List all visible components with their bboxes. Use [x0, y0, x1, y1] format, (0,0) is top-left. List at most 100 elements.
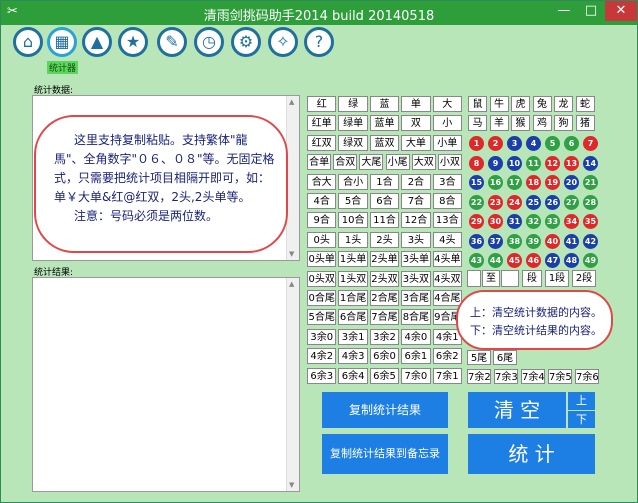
stat-item-button[interactable]: 1合尾 [338, 290, 368, 306]
stat-item-button[interactable]: 1头双 [338, 270, 368, 287]
stat-item-button[interactable]: 3余1 [338, 328, 368, 345]
stat-item-button[interactable]: 6余3 [307, 367, 337, 384]
stat-item-button[interactable]: 绿双 [338, 134, 368, 151]
stat-item-button[interactable]: 4合 [307, 193, 337, 209]
number-ball[interactable]: 37 [488, 233, 503, 249]
number-ball[interactable]: 30 [488, 214, 503, 229]
tail-6-button[interactable]: 6尾 [493, 350, 517, 365]
number-ball[interactable]: 24 [507, 194, 522, 210]
stat-button[interactable]: 统 计 [468, 434, 595, 474]
stat-item-button[interactable]: 5合 [338, 193, 368, 209]
home-icon[interactable]: ⌂ [13, 27, 43, 57]
range-from-input[interactable] [467, 270, 481, 287]
copy-result-button[interactable]: 复制统计结果 [322, 392, 448, 428]
number-ball[interactable]: 16 [488, 175, 503, 190]
stat-item-button[interactable]: 绿 [338, 96, 368, 112]
help-icon[interactable]: ? [304, 27, 334, 57]
stat-item-button[interactable]: 3头双 [401, 270, 431, 287]
stat-item-button[interactable]: 7合 [401, 193, 431, 209]
zodiac-button[interactable]: 狗 [554, 115, 573, 131]
number-ball[interactable]: 9 [488, 155, 503, 171]
stat-item-button[interactable]: 蓝单 [369, 115, 400, 132]
stat-item-button[interactable]: 大双 [411, 154, 436, 171]
number-ball[interactable]: 21 [583, 175, 598, 190]
stat-item-button[interactable]: 蓝 [369, 96, 400, 112]
stat-item-button[interactable]: 2头 [369, 231, 400, 248]
stat-item-button[interactable]: 4头 [432, 231, 462, 248]
stat-item-button[interactable]: 6余5 [369, 367, 400, 384]
stat-item-button[interactable]: 3合尾 [401, 290, 431, 306]
stat-item-button[interactable]: 2头双 [369, 270, 400, 287]
stat-item-button[interactable]: 7合尾 [369, 309, 400, 326]
zodiac-button[interactable]: 羊 [489, 115, 509, 131]
stat-item-button[interactable]: 3头 [401, 231, 431, 248]
stat-item-button[interactable]: 单 [401, 96, 431, 112]
zodiac-button[interactable]: 马 [468, 115, 487, 131]
result-scrollbar[interactable]: ▲ ▼ [286, 278, 299, 491]
number-ball[interactable]: 7 [583, 136, 598, 151]
stat-item-button[interactable]: 大 [432, 96, 462, 112]
stat-item-button[interactable]: 9合 [307, 212, 337, 229]
stat-item-button[interactable]: 7余1 [432, 367, 462, 384]
stat-item-button[interactable]: 红双 [307, 134, 337, 151]
wrench-icon[interactable]: ✧ [268, 27, 298, 57]
stat-item-button[interactable]: 3头单 [401, 251, 431, 268]
close-button[interactable]: ✕ [605, 1, 637, 21]
number-ball[interactable]: 11 [526, 155, 541, 171]
number-ball[interactable]: 28 [583, 194, 598, 210]
gear-icon[interactable]: ⚙ [231, 27, 261, 57]
stat-item-button[interactable]: 4合尾 [432, 290, 462, 306]
number-ball[interactable]: 35 [583, 214, 598, 229]
zodiac-button[interactable]: 虎 [511, 96, 530, 112]
number-ball[interactable]: 31 [507, 214, 522, 229]
stat-item-button[interactable]: 7余0 [401, 367, 431, 384]
number-ball[interactable]: 47 [545, 253, 560, 268]
mod-7-4-button[interactable]: 7余4 [521, 369, 545, 384]
number-ball[interactable]: 12 [545, 155, 560, 171]
number-ball[interactable]: 41 [564, 233, 579, 249]
number-ball[interactable]: 2 [488, 136, 503, 151]
number-ball[interactable]: 13 [564, 155, 579, 171]
navigate-icon[interactable]: ▲ [82, 27, 112, 57]
number-ball[interactable]: 8 [469, 155, 484, 171]
stat-item-button[interactable]: 小双 [437, 154, 462, 171]
number-ball[interactable]: 19 [545, 175, 560, 190]
stat-item-button[interactable]: 小单 [432, 134, 462, 151]
zodiac-button[interactable]: 龙 [554, 96, 573, 112]
stat-item-button[interactable]: 1头 [338, 231, 368, 248]
mod-7-6-button[interactable]: 7余6 [575, 369, 599, 384]
stat-item-button[interactable]: 0合尾 [307, 290, 337, 306]
number-ball[interactable]: 43 [469, 253, 484, 268]
stat-item-button[interactable]: 3余2 [369, 328, 400, 345]
stat-item-button[interactable]: 4余3 [338, 348, 368, 365]
number-ball[interactable]: 18 [526, 175, 541, 190]
stat-item-button[interactable]: 6合 [369, 193, 400, 209]
stat-item-button[interactable]: 3合 [432, 173, 462, 190]
stat-item-button[interactable]: 4余2 [307, 348, 337, 365]
number-ball[interactable]: 45 [507, 253, 522, 268]
number-ball[interactable]: 44 [488, 253, 503, 268]
number-ball[interactable]: 38 [507, 233, 522, 249]
clear-down-button[interactable]: 下 [568, 411, 595, 428]
number-ball[interactable]: 22 [469, 194, 484, 210]
mod-7-3-button[interactable]: 7余3 [494, 369, 518, 384]
calculator-icon[interactable]: ▦ [47, 27, 77, 57]
stat-item-button[interactable]: 8合 [432, 193, 462, 209]
zodiac-button[interactable]: 牛 [489, 96, 509, 112]
number-ball[interactable]: 17 [507, 175, 522, 190]
stat-item-button[interactable]: 1合 [369, 173, 400, 190]
stat-item-button[interactable]: 10合 [338, 212, 368, 229]
stat-item-button[interactable]: 绿单 [338, 115, 368, 132]
clear-up-button[interactable]: 上 [568, 392, 595, 410]
stat-item-button[interactable]: 6余4 [338, 367, 368, 384]
number-ball[interactable]: 42 [583, 233, 598, 249]
stat-item-button[interactable]: 0头 [307, 231, 337, 248]
stat-item-button[interactable]: 大尾 [359, 154, 384, 171]
stat-item-button[interactable]: 蓝双 [369, 134, 400, 151]
range-to-input[interactable] [501, 270, 519, 287]
zodiac-button[interactable]: 猴 [511, 115, 530, 131]
stat-item-button[interactable]: 合双 [333, 154, 358, 171]
stat-item-button[interactable]: 1头单 [338, 251, 368, 268]
number-ball[interactable]: 46 [526, 253, 541, 268]
stat-item-button[interactable]: 6余0 [369, 348, 400, 365]
